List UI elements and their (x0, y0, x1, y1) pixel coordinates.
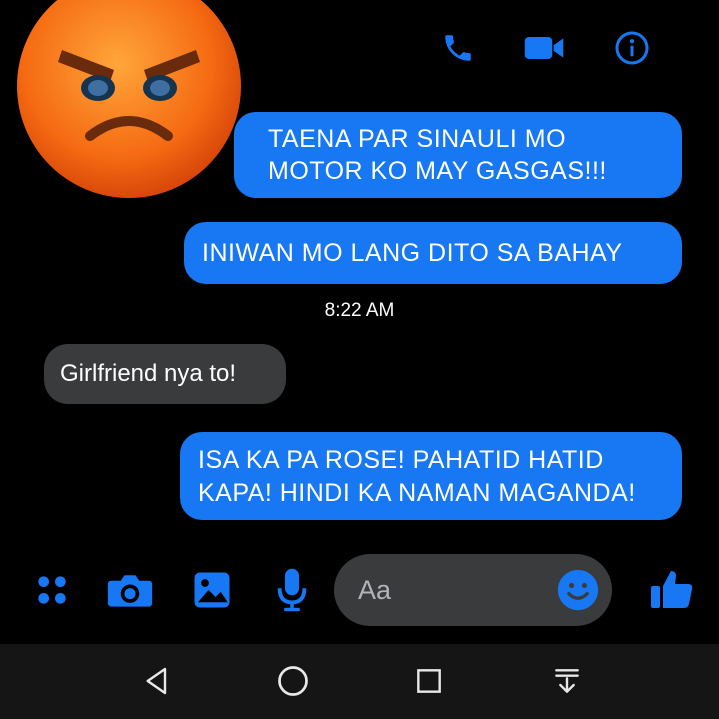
video-call-button[interactable] (522, 26, 566, 70)
thumbs-up-icon (651, 571, 693, 608)
apps-icon (38, 576, 66, 604)
message-input[interactable]: Aa (334, 554, 612, 626)
voice-message-button[interactable] (268, 566, 316, 614)
video-camera-icon (524, 37, 564, 59)
outgoing-message[interactable]: ISA KA PA ROSE! PAHATID HATID KAPA! HIND… (180, 432, 682, 520)
like-button[interactable] (644, 566, 700, 614)
camera-icon (107, 575, 153, 607)
message-timestamp: 8:22 AM (324, 300, 395, 321)
notification-pull-button[interactable] (542, 656, 592, 706)
recents-button[interactable] (404, 656, 454, 706)
message-text: TAENA PAR SINAULI MO (268, 125, 567, 153)
gallery-icon (194, 572, 230, 608)
info-button[interactable] (610, 26, 654, 70)
home-button[interactable] (268, 656, 318, 706)
outgoing-message[interactable]: INIWAN MO LANG DITO SA BAHAY (184, 222, 682, 284)
message-text: ISA KA PA ROSE! PAHATID HATID (198, 446, 604, 474)
system-navigation-bar (0, 644, 719, 719)
message-input-placeholder: Aa (358, 575, 392, 605)
home-icon (278, 666, 308, 696)
microphone-icon (277, 568, 307, 612)
emoji-icon[interactable] (556, 568, 600, 612)
recents-icon (417, 669, 441, 693)
message-text: KAPA! HINDI KA NAMAN MAGANDA! (198, 479, 636, 507)
message-text: Girlfriend nya to! (60, 360, 237, 387)
call-button[interactable] (436, 26, 480, 70)
outgoing-message[interactable]: TAENA PAR SINAULI MO MOTOR KO MAY GASGAS… (234, 112, 682, 198)
phone-icon (445, 35, 471, 61)
message-text: MOTOR KO MAY GASGAS!!! (268, 157, 607, 185)
notification-pull-icon (555, 669, 579, 693)
incoming-message[interactable]: Girlfriend nya to! (44, 344, 286, 404)
angry-face-emoji (17, 0, 241, 198)
back-icon (146, 667, 167, 695)
camera-button[interactable] (106, 566, 154, 614)
info-icon (615, 31, 649, 65)
back-button[interactable] (132, 656, 182, 706)
message-text: INIWAN MO LANG DITO SA BAHAY (202, 239, 623, 267)
apps-button[interactable] (28, 566, 76, 614)
gallery-button[interactable] (188, 566, 236, 614)
